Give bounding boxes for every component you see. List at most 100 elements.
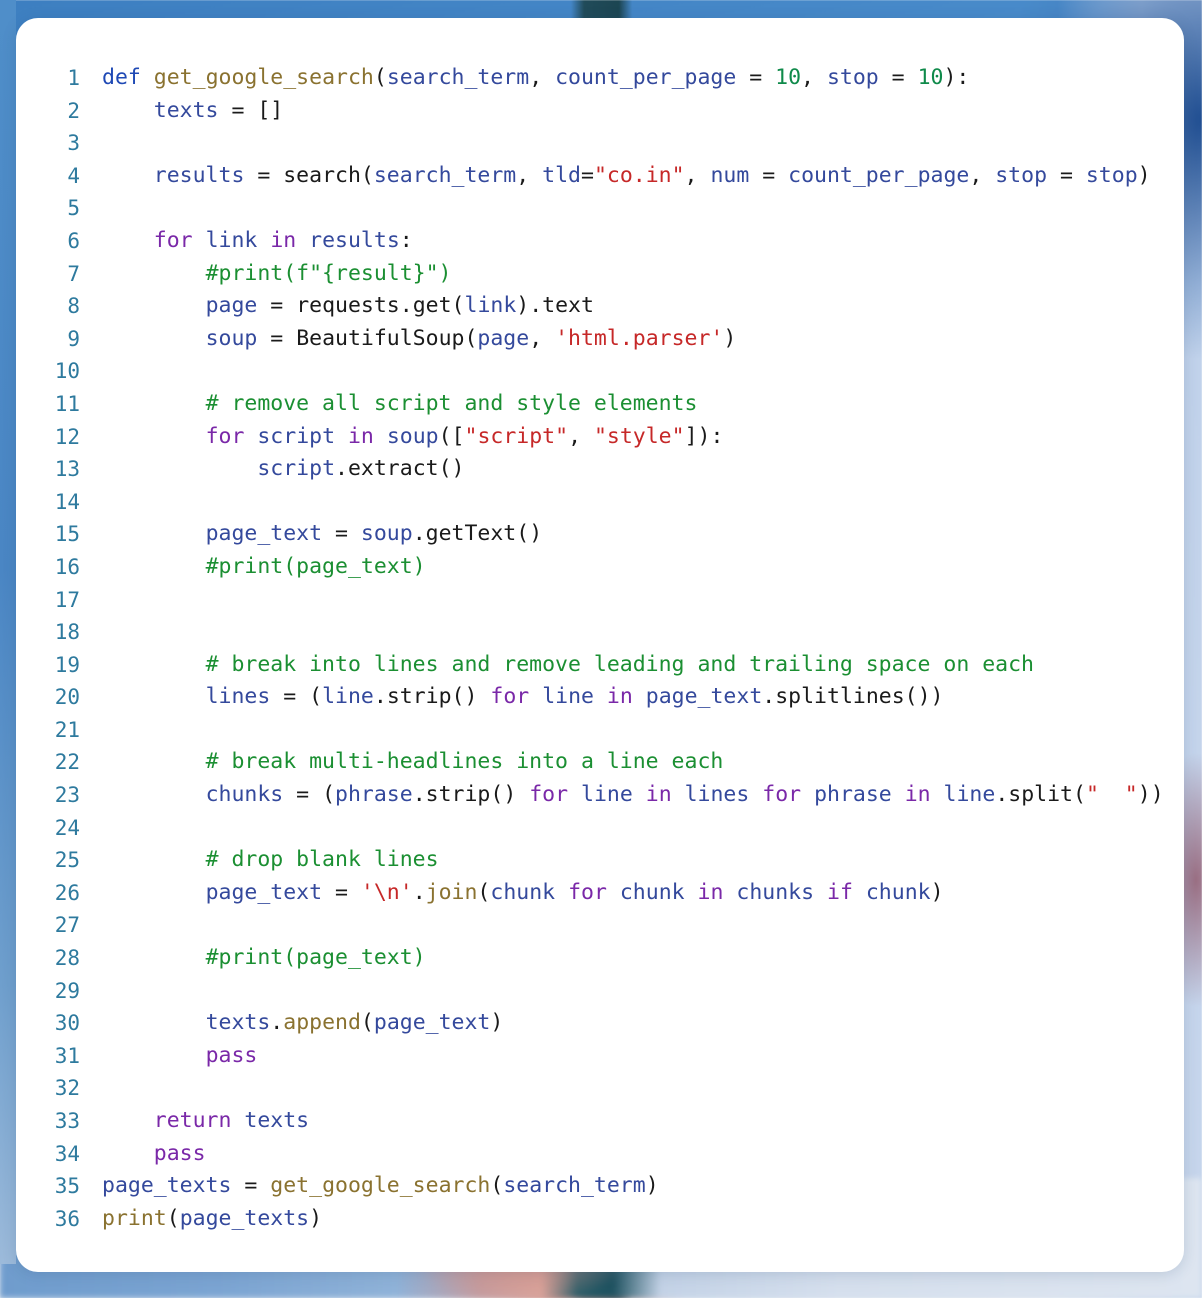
code-line-content[interactable]: for script in soup(["script", "style"]): xyxy=(102,421,1164,454)
code-line-content[interactable] xyxy=(102,714,1164,747)
code-token-op xyxy=(102,749,206,774)
code-token-op: = xyxy=(322,879,361,905)
code-line: 9 soup = BeautifulSoup(page, 'html.parse… xyxy=(16,323,1164,356)
line-number: 27 xyxy=(54,913,80,938)
code-token-var: soup xyxy=(205,325,258,351)
code-line-content[interactable]: results = search(search_term, tld="co.in… xyxy=(102,160,1164,193)
code-token-op xyxy=(231,1108,244,1133)
code-token-op: . xyxy=(399,293,413,319)
code-token-bi: get xyxy=(412,293,452,319)
code-token-var: count_per_page xyxy=(555,65,737,90)
line-number: 31 xyxy=(54,1043,80,1068)
code-line-content[interactable]: script.extract() xyxy=(102,453,1164,486)
code-line-content[interactable]: soup = BeautifulSoup(page, 'html.parser'… xyxy=(102,323,1164,356)
code-line-content[interactable] xyxy=(102,584,1164,617)
code-line-content[interactable]: for link in results: xyxy=(102,225,1164,258)
code-token-op: ). xyxy=(516,293,543,319)
code-token-str: 'html.parser' xyxy=(555,325,724,351)
code-token-op xyxy=(102,945,206,970)
code-line-content[interactable] xyxy=(102,975,1164,1008)
code-line-content[interactable] xyxy=(102,812,1164,845)
code-line-content[interactable]: pass xyxy=(102,1138,1164,1171)
code-token-op: ) xyxy=(723,325,737,351)
code-line-content[interactable]: chunks = (phrase.strip() for line in lin… xyxy=(102,779,1164,812)
code-token-op xyxy=(853,880,866,905)
code-line-content[interactable]: pass xyxy=(102,1040,1164,1073)
code-token-bi: BeautifulSoup xyxy=(296,325,465,351)
code-token-kw: in xyxy=(347,423,374,449)
code-token-kw2: def xyxy=(102,65,141,90)
code-line: 28 #print(page_text) xyxy=(16,942,1164,975)
code-token-op: ( xyxy=(464,325,478,351)
code-line-content[interactable] xyxy=(102,127,1164,160)
code-line-content[interactable]: #print(page_text) xyxy=(102,551,1164,584)
code-line: 23 chunks = (phrase.strip() for line in … xyxy=(16,779,1164,812)
code-line-content[interactable]: print(page_texts) xyxy=(102,1203,1164,1236)
code-line-content[interactable]: page_texts = get_google_search(search_te… xyxy=(102,1170,1164,1203)
code-token-op xyxy=(244,424,257,449)
code-line-content[interactable]: # drop blank lines xyxy=(102,844,1164,877)
code-token-op xyxy=(594,684,607,709)
code-line: 2 texts = [] xyxy=(16,95,1164,128)
code-token-cmt: # break into lines and remove leading an… xyxy=(205,651,1034,677)
code-token-op xyxy=(633,684,646,709)
code-token-op: ( xyxy=(360,1010,374,1036)
code-token-op: , xyxy=(529,65,556,90)
code-token-var: num xyxy=(710,162,750,188)
code-line-content[interactable] xyxy=(102,192,1164,225)
code-token-op: ) xyxy=(490,1010,504,1036)
code-line-content[interactable]: lines = (line.strip() for line in page_t… xyxy=(102,681,1164,714)
code-token-op: . xyxy=(373,684,387,710)
line-number: 20 xyxy=(54,685,80,710)
code-token-op: () xyxy=(438,456,465,482)
code-line-content[interactable]: texts.append(page_text) xyxy=(102,1007,1164,1040)
code-token-kw: in xyxy=(270,227,297,253)
code-token-var: chunks xyxy=(736,879,815,905)
code-token-op xyxy=(102,1108,154,1133)
code-line-content[interactable]: #print(page_text) xyxy=(102,942,1164,975)
code-line-content[interactable] xyxy=(102,486,1164,519)
code-line-content[interactable]: def get_google_search(search_term, count… xyxy=(102,62,1164,95)
code-line: 4 results = search(search_term, tld="co.… xyxy=(16,160,1164,193)
code-token-op: = xyxy=(878,65,918,90)
line-number: 18 xyxy=(54,620,80,645)
code-line-content[interactable]: return texts xyxy=(102,1105,1164,1138)
code-line: 5 xyxy=(16,192,1164,225)
code-line-content[interactable] xyxy=(102,1072,1164,1105)
code-line: 25 # drop blank lines xyxy=(16,844,1164,877)
code-token-kw: for xyxy=(762,782,802,808)
code-token-op xyxy=(749,782,762,807)
code-token-str: " " xyxy=(1085,782,1138,808)
code-token-op xyxy=(102,391,206,416)
code-line-content[interactable] xyxy=(102,355,1164,388)
line-number: 29 xyxy=(54,978,80,1003)
code-line-content[interactable] xyxy=(102,909,1164,942)
code-line: 29 xyxy=(16,975,1164,1008)
code-token-op xyxy=(102,554,206,579)
code-line-content[interactable]: page_text = soup.getText() xyxy=(102,518,1164,551)
code-token-var: page_text xyxy=(645,684,763,710)
code-line-content[interactable]: #print(f"{result}") xyxy=(102,258,1164,291)
code-token-op: ( xyxy=(360,162,374,188)
code-token-op: ) xyxy=(1137,162,1151,188)
code-token-op xyxy=(257,228,270,253)
code-line-content[interactable]: # break into lines and remove leading an… xyxy=(102,649,1164,682)
code-line-content[interactable]: page = requests.get(link).text xyxy=(102,290,1164,323)
code-token-op: ) xyxy=(645,1173,659,1199)
line-number: 30 xyxy=(54,1011,80,1036)
code-line-content[interactable]: # remove all script and style elements xyxy=(102,388,1164,421)
code-line: 26 page_text = '\n'.join(chunk for chunk… xyxy=(16,877,1164,910)
code-token-op xyxy=(723,880,736,905)
code-token-kw: return xyxy=(153,1108,232,1133)
code-token-var: phrase xyxy=(335,782,413,808)
code-line-content[interactable]: # break multi-headlines into a line each xyxy=(102,746,1164,779)
code-token-op: , xyxy=(801,65,827,90)
code-line-content[interactable]: texts = [] xyxy=(102,95,1164,128)
line-number: 33 xyxy=(54,1109,80,1133)
code-line-content[interactable] xyxy=(102,616,1164,649)
code-token-op: . xyxy=(270,1010,284,1036)
code-token-op xyxy=(102,261,206,286)
code-line-content[interactable]: page_text = '\n'.join(chunk for chunk in… xyxy=(102,877,1164,910)
code-token-op xyxy=(102,1141,154,1166)
line-number: 23 xyxy=(54,783,80,808)
